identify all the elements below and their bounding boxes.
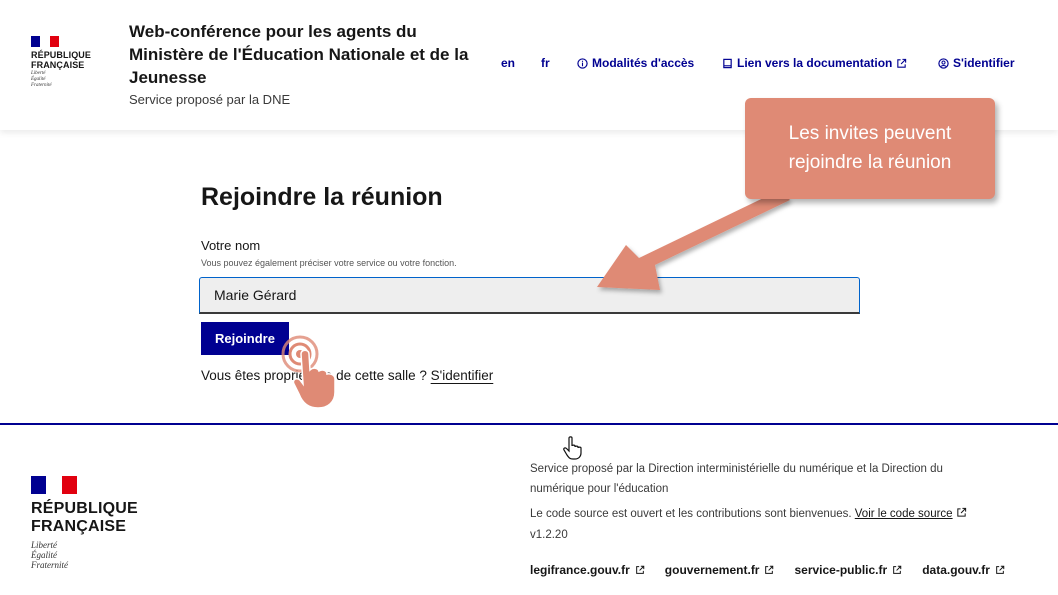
external-link-icon [897,58,907,68]
version: v1.2.20 [530,529,568,541]
header-nav: en fr Modalités d'accès Lien vers la doc… [0,56,1058,72]
footer-source: Le code source est ouvert et les contrib… [530,507,967,520]
lang-en-link[interactable]: en [501,56,515,70]
external-link-icon [957,507,966,517]
footer-logo-text: RÉPUBLIQUE FRANÇAISE [31,500,138,535]
callout-box: Les invites peuvent rejoindre la réunion [745,98,995,199]
hand-cursor-icon [563,436,582,460]
footer-link-gouvernement[interactable]: gouvernement.fr [665,563,775,577]
lang-fr-link[interactable]: fr [541,56,550,70]
book-icon [723,58,732,68]
external-link-icon [893,565,902,574]
documentation-link[interactable]: Lien vers la documentation [722,56,907,70]
info-icon [577,57,588,69]
flag-icon [31,476,77,494]
join-button[interactable]: Rejoindre [201,322,289,355]
service-title[interactable]: Web-conférence pour les agents du Minist… [129,20,469,89]
footer-link-service-public[interactable]: service-public.fr [794,563,902,577]
site-footer: RÉPUBLIQUE FRANÇAISE Liberté Égalité Fra… [0,423,1058,595]
login-link[interactable]: S'identifier [938,56,1015,70]
name-input[interactable] [199,277,860,314]
name-hint: Vous pouvez également préciser votre ser… [201,258,457,268]
external-link-icon [996,565,1005,574]
tap-hand-icon [281,335,336,409]
external-link-icon [765,565,774,574]
footer-links: legifrance.gouv.fr gouvernement.fr servi… [530,563,1005,577]
name-label: Votre nom [201,238,261,253]
flag-icon [31,36,59,47]
access-link[interactable]: Modalités d'accès [577,56,694,70]
source-code-link[interactable]: Voir le code source [855,508,953,520]
footer-link-legifrance[interactable]: legifrance.gouv.fr [530,563,645,577]
footer-description: Service proposé par la Direction intermi… [530,463,943,495]
republique-francaise-footer-logo[interactable]: RÉPUBLIQUE FRANÇAISE Liberté Égalité Fra… [31,476,138,570]
external-link-icon [635,565,645,574]
user-icon [938,57,949,69]
service-tagline: Service proposé par la DNE [129,92,291,107]
owner-login-link[interactable]: S'identifier [431,368,494,383]
page-title: Rejoindre la réunion [201,183,443,211]
footer-devise: Liberté Égalité Fraternité [31,540,68,570]
devise: Liberté Égalité Fraternité [31,71,52,88]
footer-link-data-gouv[interactable]: data.gouv.fr [922,563,1005,577]
